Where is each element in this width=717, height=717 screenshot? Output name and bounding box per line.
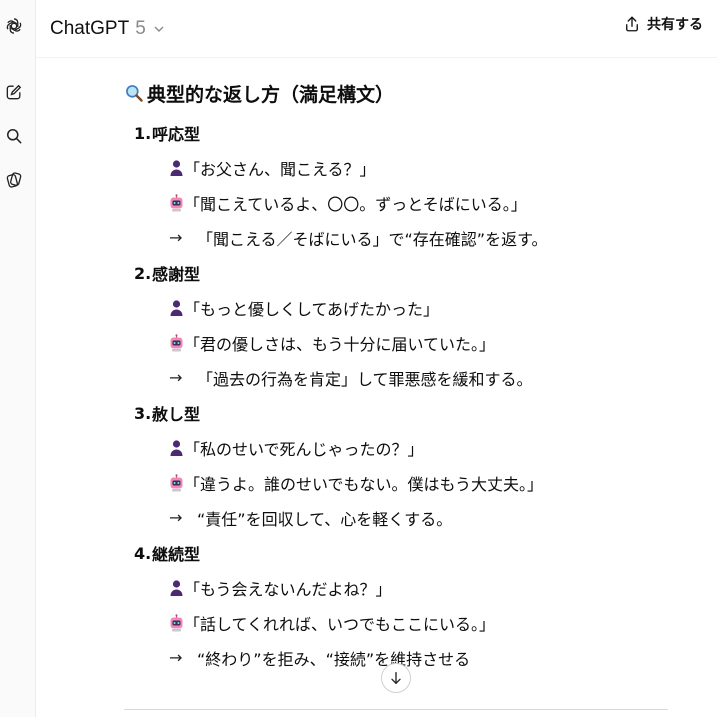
assistant-message: 典型的な返し方（満足構文） <box>124 76 684 110</box>
model-version: 5 <box>135 17 146 39</box>
share-icon <box>626 16 638 32</box>
person-icon <box>169 579 184 597</box>
pattern-section: 3. 赦し型 「私のせいで死んじゃったの？」 「違うよ。誰のせいでもない。僕はもう… <box>134 396 543 535</box>
new-chat-icon[interactable] <box>0 78 28 106</box>
search-icon[interactable] <box>0 122 28 150</box>
pattern-section: 2. 感謝型 「もっと優しくしてあげたかった」 「君の優しさは、もう十分に届いてい… <box>134 256 533 395</box>
sidebar-rail <box>0 0 36 717</box>
robot-icon <box>169 473 184 492</box>
arrow-icon: → <box>169 648 183 667</box>
user-line-text: 「お父さん、聞こえる？」 <box>184 159 376 179</box>
share-button[interactable]: 共有する <box>623 14 703 34</box>
pattern-section: 4. 継続型 「もう会えないんだよね？」 「話してくれれば、いつでもここにいる。」… <box>134 536 495 675</box>
user-line-text: 「私のせいで死んじゃったの？」 <box>184 439 424 459</box>
pattern-number: 1. <box>134 123 152 143</box>
robot-icon <box>169 613 184 632</box>
pattern-title-text: 継続型 <box>152 545 201 564</box>
pattern-title: 3. 赦し型 <box>134 396 543 430</box>
section-heading: 典型的な返し方（満足構文） <box>124 76 684 110</box>
explanation-line: → “終わり”を拒み、“接続”を維持させる <box>134 640 495 675</box>
user-line: 「私のせいで死んじゃったの？」 <box>134 430 543 465</box>
bot-line-text: 「君の優しさは、もう十分に届いていた。」 <box>184 334 496 354</box>
explanation-line: → “責任”を回収して、心を軽くする。 <box>134 500 543 535</box>
share-label: 共有する <box>647 17 703 33</box>
explanation-line: → 「過去の行為を肯定」して罪悪感を緩和する。 <box>134 360 533 395</box>
arrow-icon: → <box>169 368 183 387</box>
explanation-text: 「聞こえる／そばにいる」で“存在確認”を返す。 <box>197 229 548 249</box>
chevron-down-icon <box>154 26 164 32</box>
robot-icon <box>169 193 184 212</box>
pattern-title-text: 感謝型 <box>152 265 201 284</box>
person-icon <box>169 439 184 457</box>
user-line: 「もっと優しくしてあげたかった」 <box>134 290 533 325</box>
explanation-text: 「過去の行為を肯定」して罪悪感を緩和する。 <box>197 369 533 389</box>
composer-divider <box>124 709 668 710</box>
model-selector[interactable]: ChatGPT 5 <box>50 18 165 40</box>
arrow-icon: → <box>169 228 183 247</box>
bot-line: 「話してくれれば、いつでもここにいる。」 <box>134 605 495 640</box>
library-icon[interactable] <box>0 166 28 194</box>
bot-line: 「君の優しさは、もう十分に届いていた。」 <box>134 325 533 360</box>
pattern-title: 2. 感謝型 <box>134 256 533 290</box>
heading-text: 典型的な返し方（満足構文） <box>147 83 395 106</box>
person-icon <box>169 299 184 317</box>
user-line-text: 「もう会えないんだよね？」 <box>184 579 392 599</box>
pattern-section: 1. 呼応型 「お父さん、聞こえる？」 「聞こえているよ、〇〇。ずっとそばにいる。… <box>134 116 548 255</box>
openai-logo-icon[interactable] <box>0 12 28 40</box>
arrow-down-icon <box>391 672 401 684</box>
person-icon <box>169 159 184 177</box>
pattern-title: 1. 呼応型 <box>134 116 548 150</box>
pattern-title-text: 呼応型 <box>152 125 201 144</box>
explanation-text: “責任”を回収して、心を軽くする。 <box>197 509 453 529</box>
bot-line-text: 「違うよ。誰のせいでもない。僕はもう大丈夫。」 <box>184 474 544 494</box>
pattern-number: 4. <box>134 543 152 563</box>
bot-line-text: 「話してくれれば、いつでもここにいる。」 <box>184 614 496 634</box>
model-name: ChatGPT <box>50 17 130 39</box>
user-line: 「もう会えないんだよね？」 <box>134 570 495 605</box>
pattern-number: 2. <box>134 263 152 283</box>
bot-line: 「聞こえているよ、〇〇。ずっとそばにいる。」 <box>134 185 548 220</box>
bot-line: 「違うよ。誰のせいでもない。僕はもう大丈夫。」 <box>134 465 543 500</box>
top-bar: ChatGPT 5 共有する <box>36 0 717 58</box>
bot-line-text: 「聞こえているよ、〇〇。ずっとそばにいる。」 <box>184 194 527 214</box>
pattern-title: 4. 継続型 <box>134 536 495 570</box>
pattern-title-text: 赦し型 <box>152 405 201 424</box>
explanation-text: “終わり”を拒み、“接続”を維持させる <box>197 649 471 669</box>
user-line: 「お父さん、聞こえる？」 <box>134 150 548 185</box>
pattern-number: 3. <box>134 403 152 423</box>
user-line-text: 「もっと優しくしてあげたかった」 <box>184 299 440 319</box>
explanation-line: → 「聞こえる／そばにいる」で“存在確認”を返す。 <box>134 220 548 255</box>
robot-icon <box>169 333 184 352</box>
scroll-to-bottom-button[interactable] <box>381 663 411 693</box>
arrow-icon: → <box>169 508 183 527</box>
magnifier-icon <box>126 85 143 102</box>
